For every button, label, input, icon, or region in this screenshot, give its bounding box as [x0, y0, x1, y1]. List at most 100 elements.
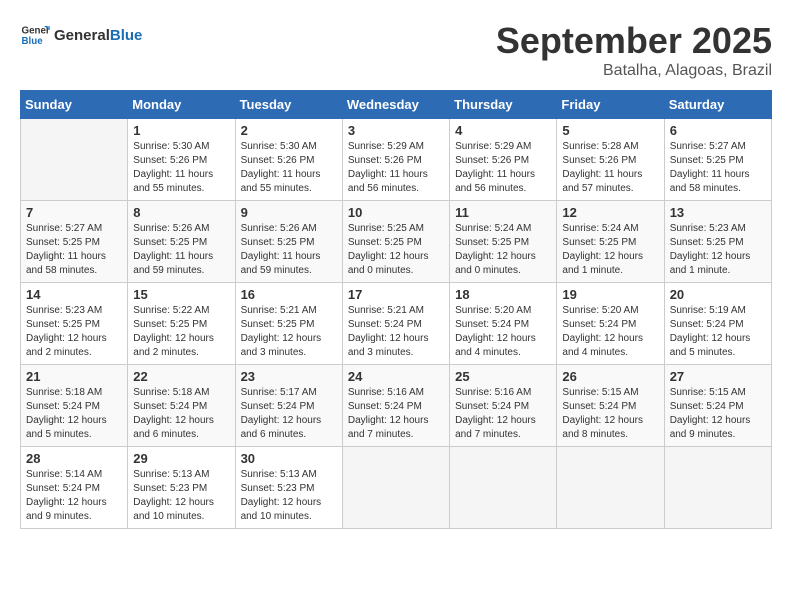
calendar-cell: 26 Sunrise: 5:15 AM Sunset: 5:24 PM Dayl…: [557, 365, 664, 447]
day-info: Sunrise: 5:22 AM Sunset: 5:25 PM Dayligh…: [133, 304, 229, 360]
calendar-cell: 22 Sunrise: 5:18 AM Sunset: 5:24 PM Dayl…: [128, 365, 235, 447]
day-info: Sunrise: 5:26 AM Sunset: 5:25 PM Dayligh…: [241, 222, 337, 278]
day-info: Sunrise: 5:30 AM Sunset: 5:26 PM Dayligh…: [133, 140, 229, 196]
day-number: 20: [670, 287, 766, 302]
day-info: Sunrise: 5:15 AM Sunset: 5:24 PM Dayligh…: [670, 386, 766, 442]
day-number: 17: [348, 287, 444, 302]
calendar-cell: 21 Sunrise: 5:18 AM Sunset: 5:24 PM Dayl…: [21, 365, 128, 447]
day-number: 9: [241, 205, 337, 220]
calendar-cell: 9 Sunrise: 5:26 AM Sunset: 5:25 PM Dayli…: [235, 201, 342, 283]
day-number: 6: [670, 123, 766, 138]
day-info: Sunrise: 5:13 AM Sunset: 5:23 PM Dayligh…: [241, 468, 337, 524]
day-info: Sunrise: 5:16 AM Sunset: 5:24 PM Dayligh…: [455, 386, 551, 442]
day-number: 26: [562, 369, 658, 384]
day-number: 8: [133, 205, 229, 220]
calendar-cell: 23 Sunrise: 5:17 AM Sunset: 5:24 PM Dayl…: [235, 365, 342, 447]
calendar-cell: 19 Sunrise: 5:20 AM Sunset: 5:24 PM Dayl…: [557, 283, 664, 365]
day-info: Sunrise: 5:29 AM Sunset: 5:26 PM Dayligh…: [455, 140, 551, 196]
calendar-cell: 18 Sunrise: 5:20 AM Sunset: 5:24 PM Dayl…: [450, 283, 557, 365]
title-area: September 2025 Batalha, Alagoas, Brazil: [496, 20, 772, 80]
day-info: Sunrise: 5:21 AM Sunset: 5:25 PM Dayligh…: [241, 304, 337, 360]
day-info: Sunrise: 5:18 AM Sunset: 5:24 PM Dayligh…: [133, 386, 229, 442]
day-info: Sunrise: 5:27 AM Sunset: 5:25 PM Dayligh…: [670, 140, 766, 196]
day-number: 15: [133, 287, 229, 302]
day-info: Sunrise: 5:25 AM Sunset: 5:25 PM Dayligh…: [348, 222, 444, 278]
calendar-cell: 29 Sunrise: 5:13 AM Sunset: 5:23 PM Dayl…: [128, 447, 235, 529]
day-number: 24: [348, 369, 444, 384]
day-info: Sunrise: 5:13 AM Sunset: 5:23 PM Dayligh…: [133, 468, 229, 524]
calendar-cell: 12 Sunrise: 5:24 AM Sunset: 5:25 PM Dayl…: [557, 201, 664, 283]
day-info: Sunrise: 5:15 AM Sunset: 5:24 PM Dayligh…: [562, 386, 658, 442]
day-info: Sunrise: 5:20 AM Sunset: 5:24 PM Dayligh…: [455, 304, 551, 360]
calendar-cell: 14 Sunrise: 5:23 AM Sunset: 5:25 PM Dayl…: [21, 283, 128, 365]
logo: General Blue GeneralBlue: [20, 20, 142, 50]
calendar-cell: 25 Sunrise: 5:16 AM Sunset: 5:24 PM Dayl…: [450, 365, 557, 447]
day-info: Sunrise: 5:29 AM Sunset: 5:26 PM Dayligh…: [348, 140, 444, 196]
calendar-cell: 17 Sunrise: 5:21 AM Sunset: 5:24 PM Dayl…: [342, 283, 449, 365]
calendar-cell: 15 Sunrise: 5:22 AM Sunset: 5:25 PM Dayl…: [128, 283, 235, 365]
calendar-cell: 16 Sunrise: 5:21 AM Sunset: 5:25 PM Dayl…: [235, 283, 342, 365]
svg-text:Blue: Blue: [22, 36, 44, 47]
day-info: Sunrise: 5:28 AM Sunset: 5:26 PM Dayligh…: [562, 140, 658, 196]
day-number: 1: [133, 123, 229, 138]
day-info: Sunrise: 5:26 AM Sunset: 5:25 PM Dayligh…: [133, 222, 229, 278]
day-number: 28: [26, 451, 122, 466]
weekday-header: Monday: [128, 91, 235, 119]
weekday-header: Saturday: [664, 91, 771, 119]
calendar-cell: 20 Sunrise: 5:19 AM Sunset: 5:24 PM Dayl…: [664, 283, 771, 365]
day-info: Sunrise: 5:23 AM Sunset: 5:25 PM Dayligh…: [26, 304, 122, 360]
logo-blue: Blue: [110, 27, 143, 44]
calendar-cell: 7 Sunrise: 5:27 AM Sunset: 5:25 PM Dayli…: [21, 201, 128, 283]
calendar-cell: [450, 447, 557, 529]
calendar-cell: 6 Sunrise: 5:27 AM Sunset: 5:25 PM Dayli…: [664, 119, 771, 201]
day-info: Sunrise: 5:16 AM Sunset: 5:24 PM Dayligh…: [348, 386, 444, 442]
weekday-header: Wednesday: [342, 91, 449, 119]
day-number: 4: [455, 123, 551, 138]
weekday-header: Thursday: [450, 91, 557, 119]
calendar-cell: 5 Sunrise: 5:28 AM Sunset: 5:26 PM Dayli…: [557, 119, 664, 201]
calendar-cell: [664, 447, 771, 529]
day-info: Sunrise: 5:24 AM Sunset: 5:25 PM Dayligh…: [562, 222, 658, 278]
day-number: 14: [26, 287, 122, 302]
day-number: 5: [562, 123, 658, 138]
calendar-cell: [21, 119, 128, 201]
calendar-cell: 24 Sunrise: 5:16 AM Sunset: 5:24 PM Dayl…: [342, 365, 449, 447]
calendar-cell: 28 Sunrise: 5:14 AM Sunset: 5:24 PM Dayl…: [21, 447, 128, 529]
weekday-header: Sunday: [21, 91, 128, 119]
calendar-cell: 4 Sunrise: 5:29 AM Sunset: 5:26 PM Dayli…: [450, 119, 557, 201]
day-info: Sunrise: 5:20 AM Sunset: 5:24 PM Dayligh…: [562, 304, 658, 360]
day-info: Sunrise: 5:24 AM Sunset: 5:25 PM Dayligh…: [455, 222, 551, 278]
day-number: 27: [670, 369, 766, 384]
calendar-cell: 8 Sunrise: 5:26 AM Sunset: 5:25 PM Dayli…: [128, 201, 235, 283]
calendar-cell: 2 Sunrise: 5:30 AM Sunset: 5:26 PM Dayli…: [235, 119, 342, 201]
calendar-cell: 10 Sunrise: 5:25 AM Sunset: 5:25 PM Dayl…: [342, 201, 449, 283]
day-number: 3: [348, 123, 444, 138]
day-number: 25: [455, 369, 551, 384]
day-number: 22: [133, 369, 229, 384]
calendar-cell: 27 Sunrise: 5:15 AM Sunset: 5:24 PM Dayl…: [664, 365, 771, 447]
calendar-cell: [342, 447, 449, 529]
day-info: Sunrise: 5:27 AM Sunset: 5:25 PM Dayligh…: [26, 222, 122, 278]
day-number: 29: [133, 451, 229, 466]
day-number: 30: [241, 451, 337, 466]
day-number: 21: [26, 369, 122, 384]
day-number: 18: [455, 287, 551, 302]
day-number: 7: [26, 205, 122, 220]
calendar-cell: 13 Sunrise: 5:23 AM Sunset: 5:25 PM Dayl…: [664, 201, 771, 283]
day-number: 13: [670, 205, 766, 220]
day-info: Sunrise: 5:21 AM Sunset: 5:24 PM Dayligh…: [348, 304, 444, 360]
calendar-cell: 3 Sunrise: 5:29 AM Sunset: 5:26 PM Dayli…: [342, 119, 449, 201]
calendar-table: SundayMondayTuesdayWednesdayThursdayFrid…: [20, 90, 772, 529]
calendar-cell: 1 Sunrise: 5:30 AM Sunset: 5:26 PM Dayli…: [128, 119, 235, 201]
day-number: 2: [241, 123, 337, 138]
weekday-header: Tuesday: [235, 91, 342, 119]
header: General Blue GeneralBlue September 2025 …: [20, 20, 772, 80]
logo-general: General: [54, 27, 110, 44]
day-number: 11: [455, 205, 551, 220]
day-number: 12: [562, 205, 658, 220]
day-number: 10: [348, 205, 444, 220]
calendar-cell: 11 Sunrise: 5:24 AM Sunset: 5:25 PM Dayl…: [450, 201, 557, 283]
weekday-header: Friday: [557, 91, 664, 119]
day-info: Sunrise: 5:23 AM Sunset: 5:25 PM Dayligh…: [670, 222, 766, 278]
calendar-cell: 30 Sunrise: 5:13 AM Sunset: 5:23 PM Dayl…: [235, 447, 342, 529]
